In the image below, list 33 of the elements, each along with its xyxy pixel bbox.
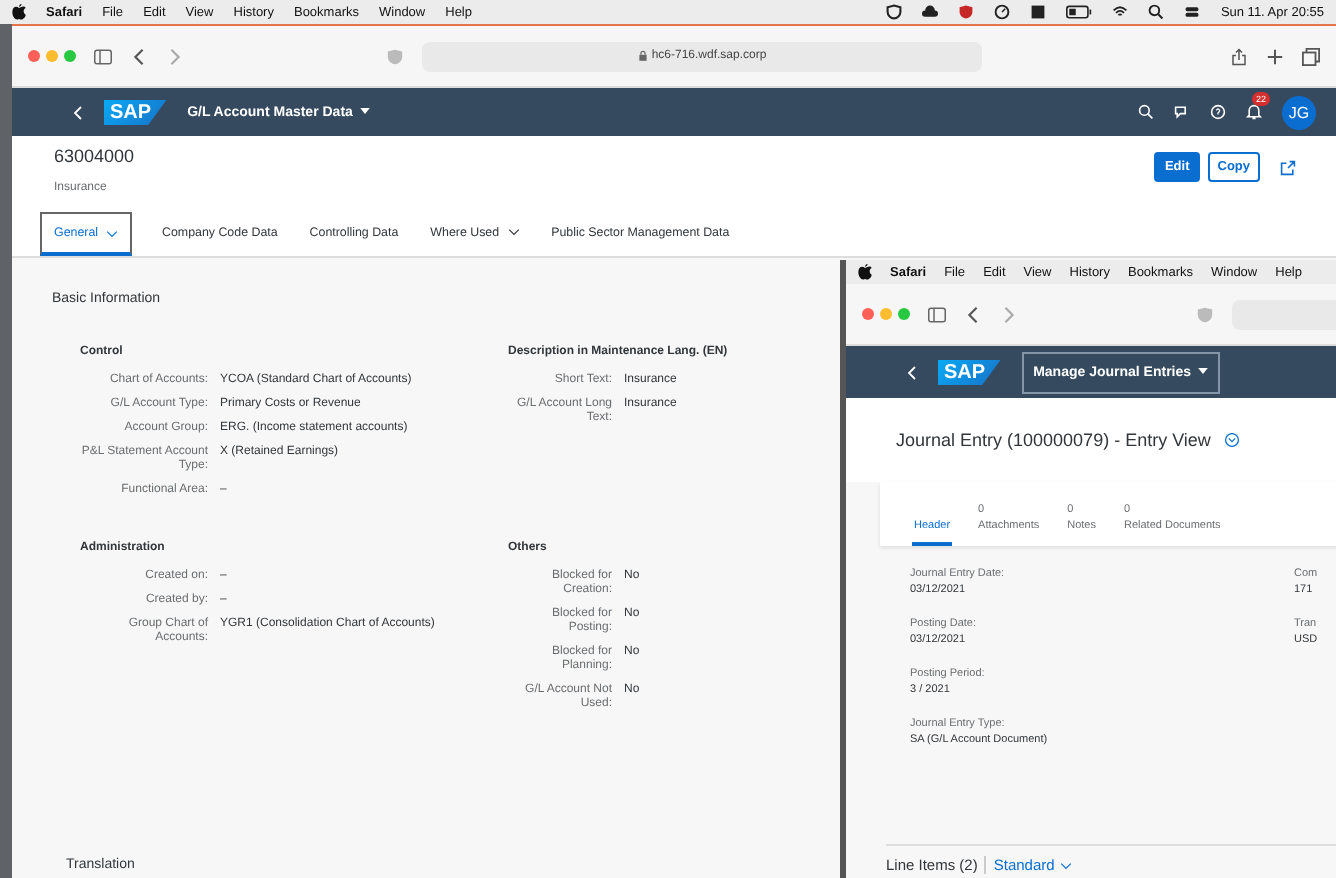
apple-icon[interactable] — [12, 4, 26, 20]
search-icon[interactable] — [1148, 4, 1165, 20]
back-icon[interactable] — [964, 305, 982, 323]
object-title: 63004000 — [54, 146, 135, 166]
share-icon[interactable] — [1230, 47, 1248, 65]
search-icon[interactable] — [1138, 104, 1154, 120]
page-title: Journal Entry (100000079) - Entry View — [896, 430, 1211, 450]
gauge-icon[interactable] — [994, 4, 1011, 20]
sidebar-icon[interactable] — [928, 305, 946, 323]
caret-icon — [360, 108, 371, 115]
bell-icon[interactable] — [1246, 104, 1262, 120]
chevron-circle-icon[interactable] — [1224, 432, 1241, 448]
lock-icon — [637, 50, 648, 62]
caret-icon — [1198, 368, 1209, 375]
apple-icon[interactable] — [858, 264, 872, 280]
plus-icon[interactable] — [1266, 47, 1284, 65]
sidebar-icon[interactable] — [94, 47, 112, 65]
back-icon[interactable] — [72, 103, 84, 121]
open-external-icon[interactable] — [1280, 159, 1296, 175]
window-controls[interactable] — [28, 50, 76, 62]
window-controls[interactable] — [862, 308, 910, 320]
back-icon[interactable] — [130, 47, 148, 65]
battery-icon[interactable] — [1066, 4, 1093, 20]
user-avatar[interactable]: JG — [1282, 95, 1316, 129]
cloud-icon[interactable] — [922, 4, 939, 20]
chat-icon[interactable] — [1174, 104, 1190, 120]
help-icon[interactable] — [1210, 104, 1226, 120]
tabs-icon[interactable] — [1302, 47, 1320, 65]
control-center-icon[interactable] — [1184, 4, 1201, 20]
back-icon[interactable] — [906, 363, 918, 381]
wifi-icon[interactable] — [1112, 4, 1129, 20]
shield-icon[interactable] — [886, 4, 903, 20]
chevron-down-icon — [1060, 861, 1073, 869]
